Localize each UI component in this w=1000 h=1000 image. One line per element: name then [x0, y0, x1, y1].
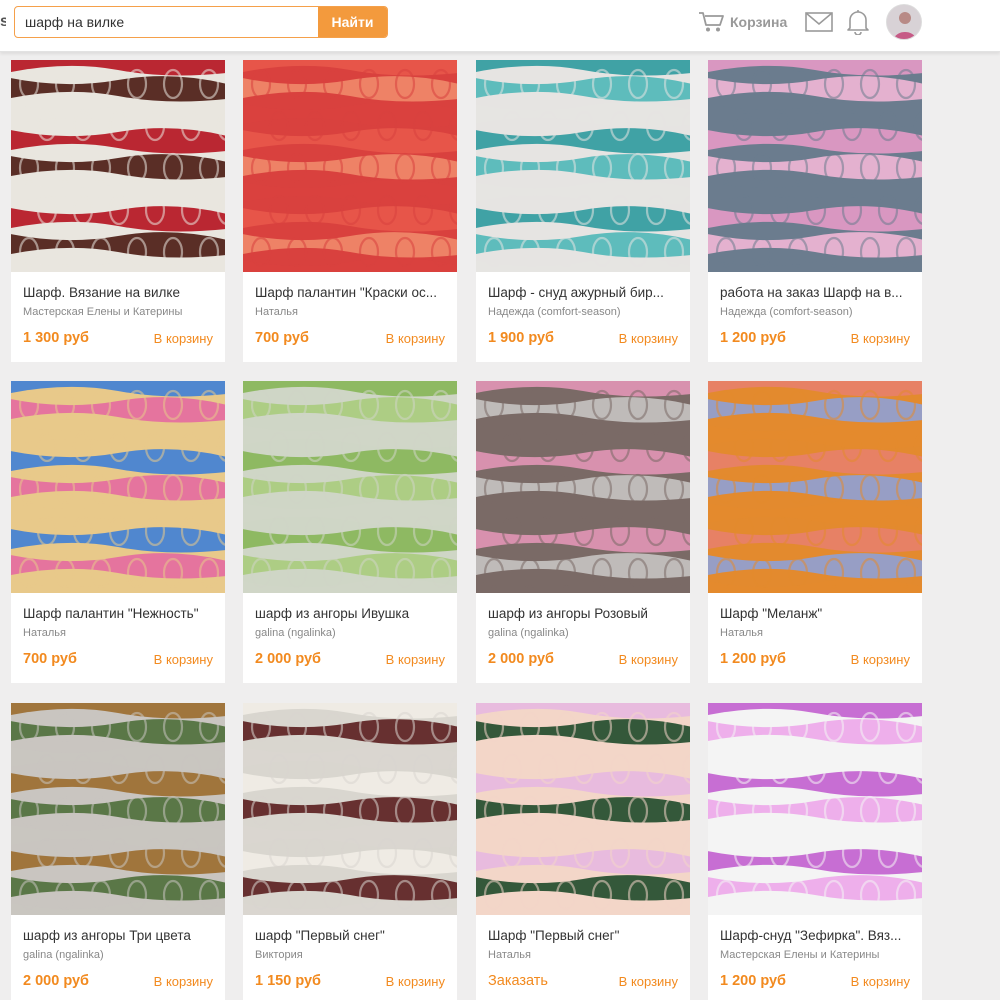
- product-image[interactable]: [708, 703, 922, 915]
- top-header: s Найти Корзина: [0, 0, 1000, 52]
- product-seller[interactable]: Надежда (comfort-season): [720, 306, 912, 318]
- product-seller[interactable]: Наталья: [23, 627, 215, 639]
- product-title[interactable]: шарф из ангоры Ивушка: [255, 606, 447, 621]
- product-seller[interactable]: Наталья: [488, 949, 680, 961]
- product-image[interactable]: [11, 381, 225, 593]
- product-card[interactable]: шарф из ангоры Ивушка galina (ngalinka) …: [243, 381, 457, 683]
- product-seller[interactable]: Наталья: [255, 306, 447, 318]
- product-image[interactable]: [11, 60, 225, 272]
- product-card[interactable]: Шарф "Меланж" Наталья 1 200 руб В корзин…: [708, 381, 922, 683]
- product-seller[interactable]: galina (ngalinka): [488, 627, 680, 639]
- cart-icon: [699, 12, 724, 32]
- product-title[interactable]: Шарф "Меланж": [720, 606, 912, 621]
- product-image[interactable]: [243, 381, 457, 593]
- add-to-cart-link[interactable]: В корзину: [154, 974, 213, 989]
- product-price: 2 000 руб: [255, 651, 322, 667]
- add-to-cart-link[interactable]: В корзину: [154, 331, 213, 346]
- product-price: 1 300 руб: [23, 330, 90, 346]
- cart-label: Корзина: [730, 14, 788, 30]
- product-image[interactable]: [708, 60, 922, 272]
- product-card[interactable]: шарф "Первый снег" Виктория 1 150 руб В …: [243, 703, 457, 1000]
- product-card[interactable]: Шарф палантин "Краски ос... Наталья 700 …: [243, 60, 457, 362]
- product-card[interactable]: Шарф "Первый снег" Наталья Заказать В ко…: [476, 703, 690, 1000]
- product-price: 1 200 руб: [720, 973, 787, 989]
- add-to-cart-link[interactable]: В корзину: [154, 652, 213, 667]
- add-to-cart-link[interactable]: В корзину: [851, 974, 910, 989]
- product-price: 2 000 руб: [23, 973, 90, 989]
- product-title[interactable]: работа на заказ Шарф на в...: [720, 285, 912, 300]
- product-price: 1 200 руб: [720, 330, 787, 346]
- add-to-cart-link[interactable]: В корзину: [386, 331, 445, 346]
- add-to-cart-link[interactable]: В корзину: [851, 331, 910, 346]
- add-to-cart-link[interactable]: В корзину: [386, 652, 445, 667]
- product-card[interactable]: шарф из ангоры Розовый galina (ngalinka)…: [476, 381, 690, 683]
- search-box: Найти: [14, 6, 388, 38]
- add-to-cart-link[interactable]: В корзину: [619, 331, 678, 346]
- search-button[interactable]: Найти: [318, 7, 387, 37]
- product-title[interactable]: Шарф палантин "Нежность": [23, 606, 215, 621]
- product-seller[interactable]: Мастерская Елены и Катерины: [720, 949, 912, 961]
- product-title[interactable]: Шарф палантин "Краски ос...: [255, 285, 447, 300]
- product-price: 2 000 руб: [488, 651, 555, 667]
- product-title[interactable]: Шарф-снуд "Зефирка". Вяз...: [720, 928, 912, 943]
- add-to-cart-link[interactable]: В корзину: [386, 974, 445, 989]
- add-to-cart-link[interactable]: В корзину: [619, 652, 678, 667]
- product-image[interactable]: [476, 60, 690, 272]
- product-price: 1 200 руб: [720, 651, 787, 667]
- mail-icon[interactable]: [805, 12, 833, 32]
- product-title[interactable]: шарф "Первый снег": [255, 928, 447, 943]
- product-image[interactable]: [243, 703, 457, 915]
- product-title[interactable]: шарф из ангоры Три цвета: [23, 928, 215, 943]
- product-price: 1 900 руб: [488, 330, 555, 346]
- product-price: Заказать: [488, 973, 548, 989]
- product-price: 1 150 руб: [255, 973, 322, 989]
- product-seller[interactable]: Виктория: [255, 949, 447, 961]
- product-card[interactable]: Шарф палантин "Нежность" Наталья 700 руб…: [11, 381, 225, 683]
- product-title[interactable]: шарф из ангоры Розовый: [488, 606, 680, 621]
- cart-link[interactable]: Корзина: [698, 10, 787, 34]
- product-seller[interactable]: galina (ngalinka): [255, 627, 447, 639]
- product-image[interactable]: [708, 381, 922, 593]
- product-title[interactable]: Шарф "Первый снег": [488, 928, 680, 943]
- product-price: 700 руб: [23, 651, 77, 667]
- product-image[interactable]: [476, 703, 690, 915]
- product-image[interactable]: [243, 60, 457, 272]
- site-logo[interactable]: s: [0, 13, 6, 31]
- product-title[interactable]: Шарф - снуд ажурный бир...: [488, 285, 680, 300]
- search-input[interactable]: [15, 7, 319, 37]
- product-image[interactable]: [11, 703, 225, 915]
- add-to-cart-link[interactable]: В корзину: [851, 652, 910, 667]
- product-price: 700 руб: [255, 330, 309, 346]
- bell-icon[interactable]: [846, 9, 870, 35]
- avatar[interactable]: [886, 4, 922, 40]
- product-seller[interactable]: Надежда (comfort-season): [488, 306, 680, 318]
- product-title[interactable]: Шарф. Вязание на вилке: [23, 285, 215, 300]
- product-card[interactable]: работа на заказ Шарф на в... Надежда (co…: [708, 60, 922, 362]
- product-card[interactable]: Шарф. Вязание на вилке Мастерская Елены …: [11, 60, 225, 362]
- product-seller[interactable]: galina (ngalinka): [23, 949, 215, 961]
- product-card[interactable]: Шарф - снуд ажурный бир... Надежда (comf…: [476, 60, 690, 362]
- product-seller[interactable]: Наталья: [720, 627, 912, 639]
- product-seller[interactable]: Мастерская Елены и Катерины: [23, 306, 215, 318]
- add-to-cart-link[interactable]: В корзину: [619, 974, 678, 989]
- product-card[interactable]: шарф из ангоры Три цвета galina (ngalink…: [11, 703, 225, 1000]
- product-image[interactable]: [476, 381, 690, 593]
- product-card[interactable]: Шарф-снуд "Зефирка". Вяз... Мастерская Е…: [708, 703, 922, 1000]
